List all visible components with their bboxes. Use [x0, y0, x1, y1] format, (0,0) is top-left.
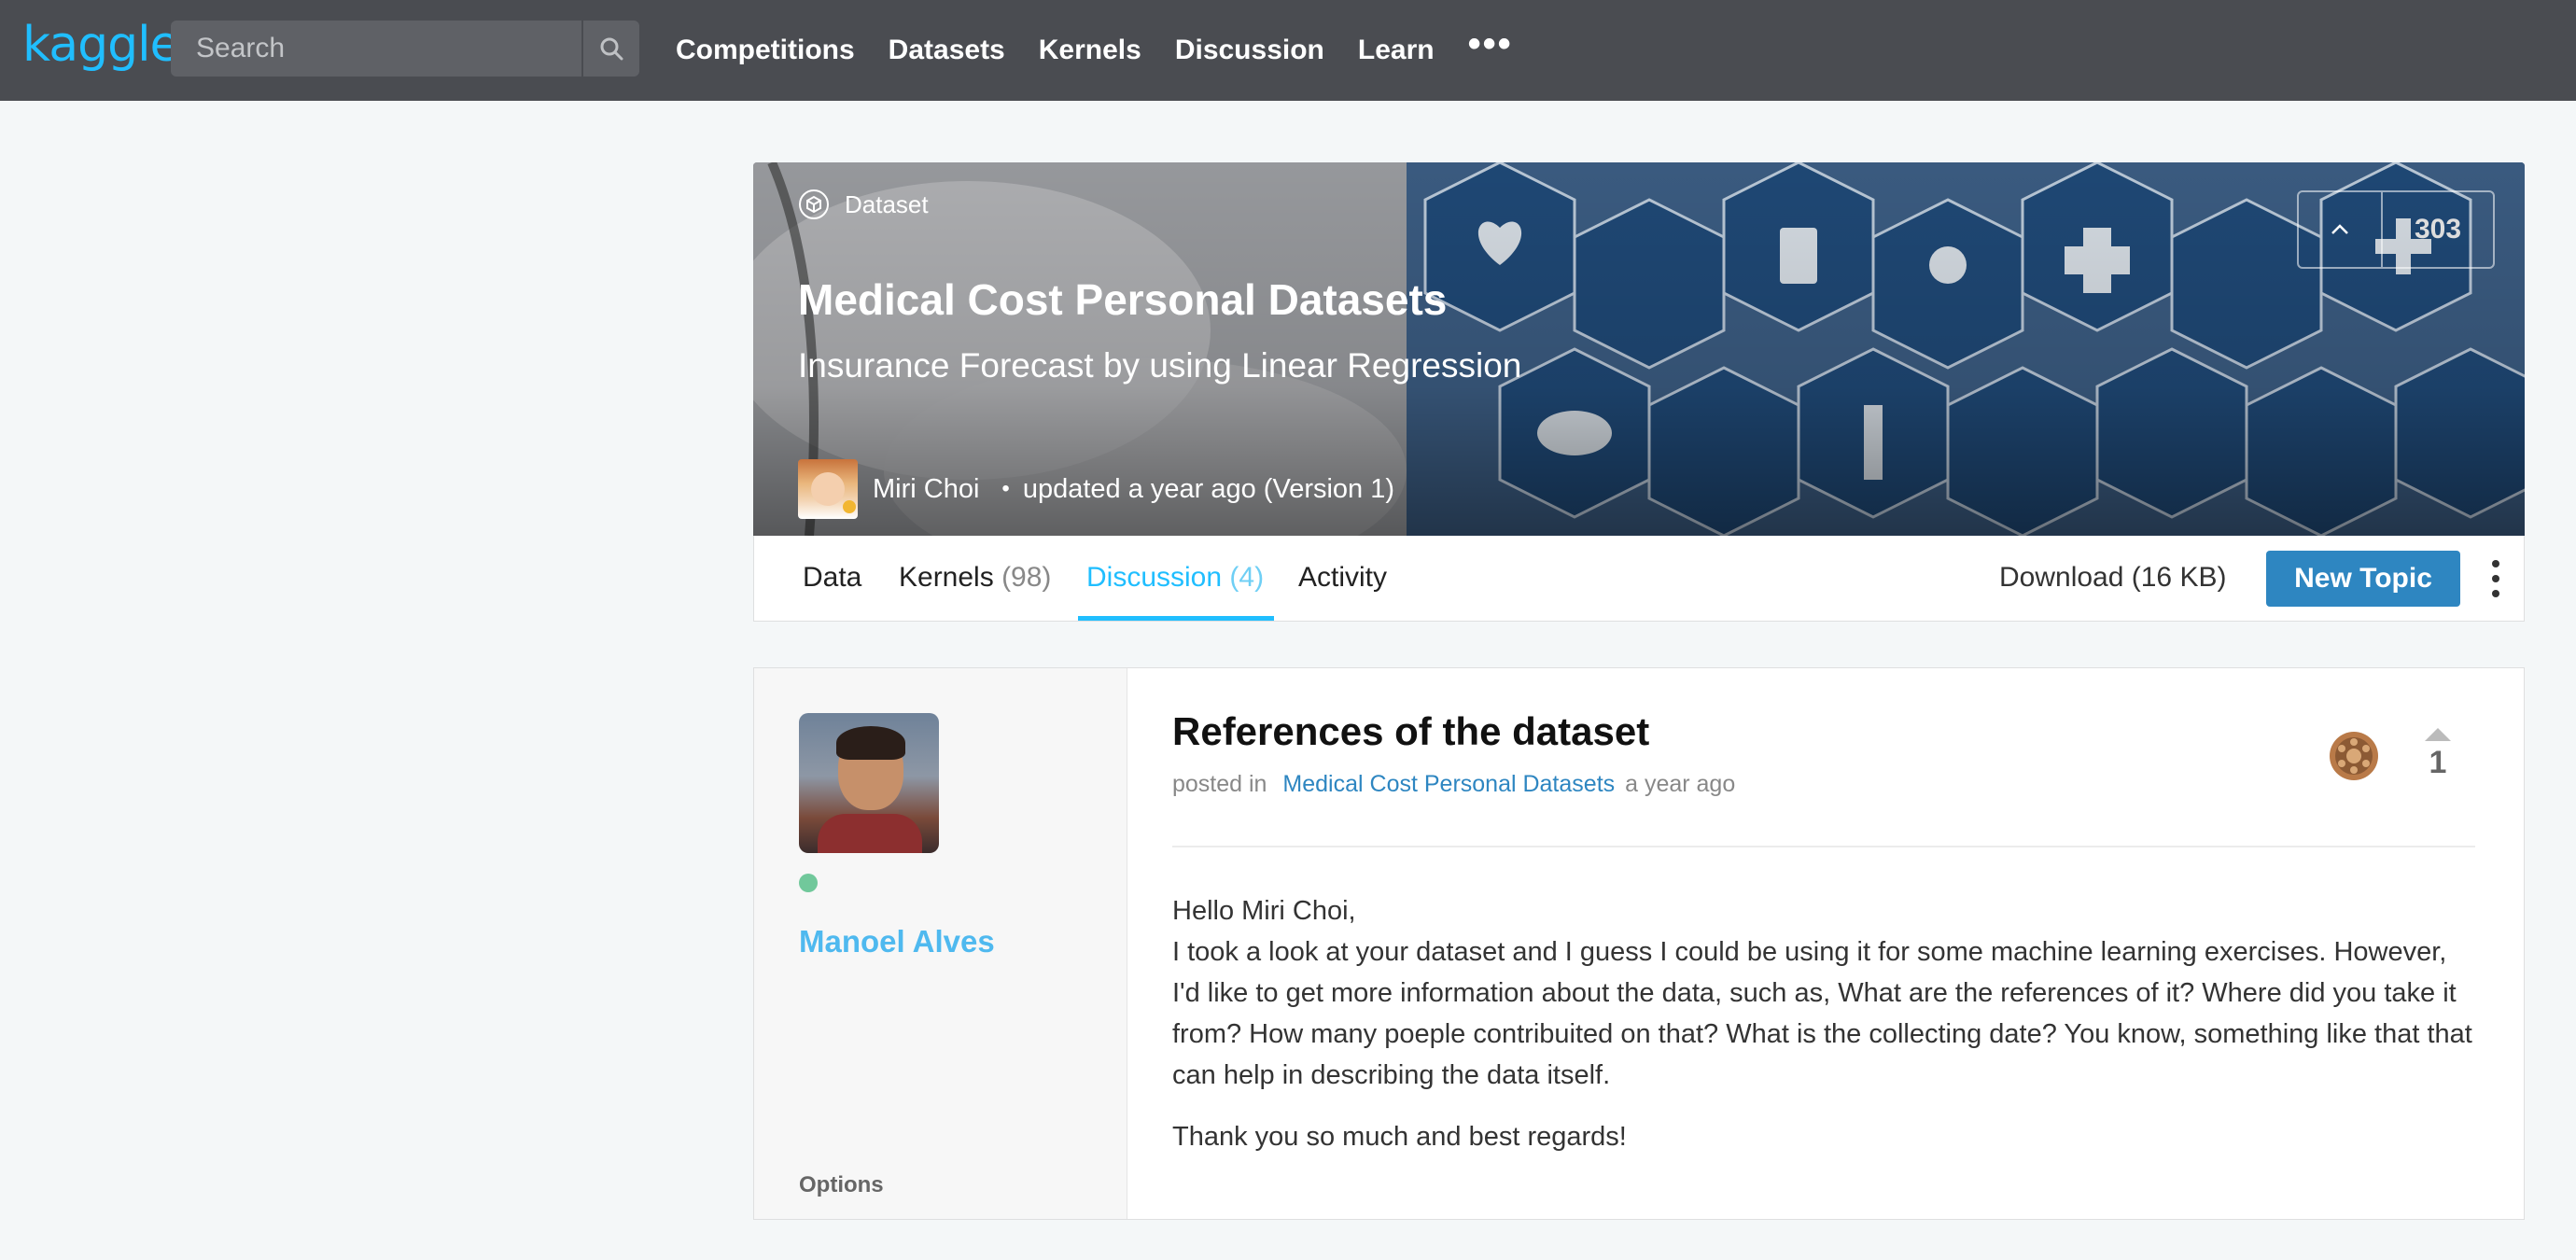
post-paragraph: Hello Miri Choi,: [1172, 896, 1356, 926]
post-meta: posted in Medical Cost Personal Datasets…: [1172, 771, 1735, 798]
tab-discussion-count: (4): [1229, 562, 1265, 593]
tab-discussion[interactable]: Discussion (4): [1086, 562, 1264, 594]
post-paragraph: I took a look at your dataset and I gues…: [1172, 937, 2472, 1090]
bronze-medal-icon: [2330, 732, 2378, 780]
upvote-arrow-icon[interactable]: [2425, 728, 2451, 741]
post-author-name[interactable]: Manoel Alves: [799, 924, 995, 959]
post-author-panel: Manoel Alves Options: [754, 668, 1127, 1219]
dataset-type-text: Dataset: [845, 189, 929, 218]
separator-dot: •: [1001, 476, 1010, 501]
dataset-author-name[interactable]: Miri Choi: [873, 474, 979, 505]
download-link[interactable]: Download (16 KB): [1999, 562, 2226, 594]
more-menu-icon[interactable]: •••: [1468, 23, 1513, 65]
nav-kernels[interactable]: Kernels: [1039, 35, 1141, 66]
kaggle-logo[interactable]: kaggle: [22, 17, 180, 73]
search-icon: [600, 37, 623, 61]
top-nav: kaggle Competitions Datasets Kernels Dis…: [0, 0, 2576, 101]
tab-data[interactable]: Data: [803, 562, 861, 594]
dataset-subtitle: Insurance Forecast by using Linear Regre…: [798, 346, 1522, 385]
post-time: a year ago: [1625, 771, 1736, 797]
post-vote-count: 1: [2429, 745, 2447, 780]
avatar-badge-icon: [843, 500, 856, 513]
nav-discussion[interactable]: Discussion: [1175, 35, 1324, 66]
search-box: [171, 21, 639, 77]
dataset-title: Medical Cost Personal Datasets: [798, 275, 1448, 324]
tab-kernels-count: (98): [1001, 562, 1052, 593]
tab-kernels-label: Kernels: [899, 562, 994, 593]
avatar-scarf: [818, 814, 922, 853]
kebab-dot: [2492, 590, 2499, 597]
nav-competitions[interactable]: Competitions: [676, 35, 855, 66]
tab-activity[interactable]: Activity: [1298, 562, 1387, 594]
nav-datasets[interactable]: Datasets: [889, 35, 1005, 66]
search-input[interactable]: [171, 21, 580, 77]
kebab-dot: [2492, 560, 2499, 567]
dataset-header: Dataset Medical Cost Personal Datasets I…: [753, 162, 2525, 536]
author-avatar[interactable]: [798, 459, 858, 519]
discussion-post: Manoel Alves Options References of the d…: [753, 667, 2525, 1220]
search-button[interactable]: [581, 21, 639, 77]
post-dataset-link[interactable]: Medical Cost Personal Datasets: [1282, 771, 1615, 797]
more-options-icon[interactable]: [2485, 560, 2507, 597]
dataset-icon: [799, 189, 829, 219]
nav-links: Competitions Datasets Kernels Discussion…: [676, 0, 1513, 101]
dataset-tabs: Data Kernels (98) Discussion (4) Activit…: [753, 536, 2525, 622]
post-divider: [1172, 846, 2475, 847]
avatar-hair: [836, 726, 905, 760]
post-author-avatar[interactable]: [799, 713, 939, 853]
dataset-type-label: Dataset: [798, 189, 929, 220]
online-status-icon: [799, 874, 818, 892]
tab-kernels[interactable]: Kernels (98): [899, 562, 1051, 594]
options-link[interactable]: Options: [799, 1172, 884, 1198]
upvote-button[interactable]: [2299, 192, 2383, 267]
tab-discussion-label: Discussion: [1086, 562, 1223, 593]
post-title: References of the dataset: [1172, 709, 1650, 753]
posted-in-label: posted in: [1172, 771, 1267, 797]
post-body: Hello Miri Choi, I took a look at your d…: [1172, 890, 2479, 1157]
new-topic-button[interactable]: New Topic: [2266, 551, 2460, 607]
chevron-up-icon: [2331, 224, 2348, 234]
tab-data-label: Data: [803, 562, 862, 593]
vote-count: 303: [2414, 214, 2462, 245]
kebab-dot: [2492, 575, 2499, 582]
avatar-face: [811, 472, 845, 506]
tab-activity-label: Activity: [1298, 562, 1388, 593]
active-tab-indicator: [1078, 616, 1274, 621]
dataset-updated: updated a year ago (Version 1): [1022, 473, 1395, 504]
post-paragraph: Thank you so much and best regards!: [1172, 1122, 1627, 1152]
dataset-vote: 303: [2297, 190, 2495, 269]
nav-learn[interactable]: Learn: [1358, 35, 1435, 66]
post-vote: 1: [2419, 728, 2457, 781]
dataset-author-row: Miri Choi • updated a year ago (Version …: [798, 459, 1394, 519]
